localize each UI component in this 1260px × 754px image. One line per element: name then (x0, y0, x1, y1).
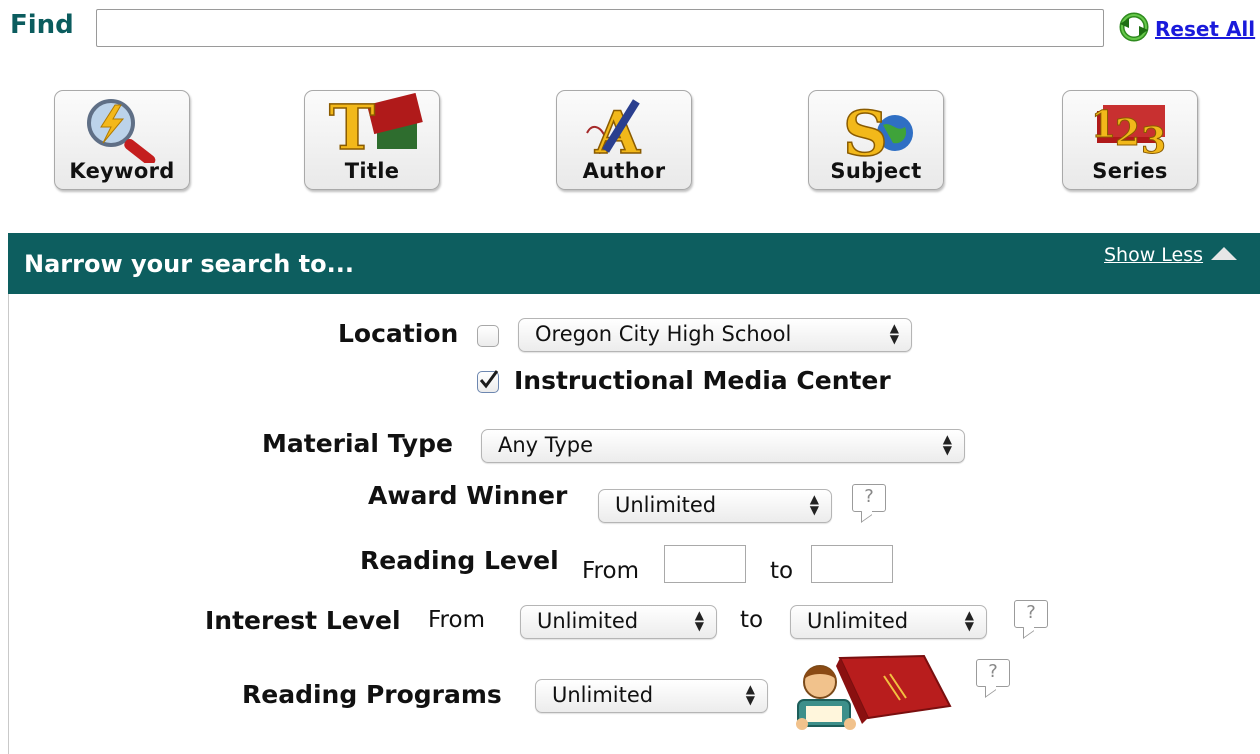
select-arrows-icon: ▲ ▼ (889, 321, 899, 346)
interest-level-label: Interest Level (205, 606, 401, 635)
imc-label: Instructional Media Center (514, 366, 891, 395)
keyword-search-button[interactable]: Keyword (54, 90, 190, 190)
svg-text:1: 1 (1091, 104, 1116, 146)
select-arrows-icon: ▲ ▼ (942, 432, 952, 457)
author-search-button[interactable]: A Author (556, 90, 692, 190)
magnifier-lightning-icon (87, 99, 156, 163)
chevron-up-icon (1209, 244, 1239, 266)
select-arrows-icon: ▲ ▼ (745, 682, 755, 707)
select-arrows-icon: ▲ ▼ (694, 608, 704, 633)
award-winner-help-icon[interactable]: ? (852, 484, 886, 512)
material-type-label: Material Type (262, 429, 453, 458)
interest-level-to-value: Unlimited (807, 609, 909, 633)
show-less-label[interactable]: Show Less (1104, 244, 1203, 266)
refresh-arrows-icon (1117, 10, 1151, 48)
award-winner-label: Award Winner (368, 481, 568, 510)
reset-all-button[interactable]: Reset All (1117, 10, 1255, 48)
keyword-button-label: Keyword (69, 159, 175, 183)
select-arrows-icon: ▲ ▼ (809, 492, 819, 517)
author-button-label: Author (582, 159, 666, 183)
interest-level-from-value: Unlimited (537, 609, 639, 633)
award-winner-select[interactable]: Unlimited ▲ ▼ (598, 489, 832, 523)
title-search-button[interactable]: T Title (304, 90, 440, 190)
series-search-button[interactable]: 1 2 3 Series (1062, 90, 1198, 190)
reading-programs-label: Reading Programs (242, 680, 502, 709)
title-t-books-icon: T (328, 93, 423, 163)
location-select-value: Oregon City High School (535, 322, 792, 346)
reading-level-to-label: to (770, 558, 794, 584)
location-checkbox[interactable] (477, 325, 499, 347)
interest-level-to-label: to (740, 607, 764, 633)
reading-level-to-input[interactable] (811, 545, 893, 583)
show-less-toggle[interactable]: Show Less (1104, 244, 1239, 266)
reading-level-from-input[interactable] (664, 545, 746, 583)
reading-programs-value: Unlimited (552, 683, 654, 707)
reading-level-label: Reading Level (360, 546, 559, 575)
location-select[interactable]: Oregon City High School ▲ ▼ (518, 318, 912, 352)
svg-text:T: T (329, 93, 375, 163)
checkmark-icon (479, 370, 499, 389)
reading-programs-select[interactable]: Unlimited ▲ ▼ (535, 679, 768, 713)
reset-all-link[interactable]: Reset All (1155, 17, 1255, 41)
series-button-label: Series (1092, 159, 1168, 183)
location-label: Location (338, 319, 459, 348)
interest-level-from-label: From (428, 607, 485, 633)
svg-text:2: 2 (1115, 112, 1140, 154)
imc-checkbox[interactable] (477, 370, 499, 393)
reading-level-from-label: From (582, 558, 639, 584)
find-search-input[interactable] (96, 9, 1104, 47)
child-reading-book-icon (796, 654, 952, 730)
subject-s-globe-icon: S (842, 96, 913, 163)
material-type-value: Any Type (498, 433, 594, 457)
series-123-books-icon: 1 2 3 (1091, 104, 1167, 163)
narrow-search-title: Narrow your search to... (24, 250, 354, 278)
find-label: Find (10, 10, 74, 40)
title-button-label: Title (344, 159, 400, 183)
interest-level-to-select[interactable]: Unlimited ▲ ▼ (790, 605, 987, 639)
reading-programs-help-icon[interactable]: ? (976, 659, 1010, 687)
interest-level-help-icon[interactable]: ? (1014, 600, 1048, 628)
select-arrows-icon: ▲ ▼ (964, 608, 974, 633)
svg-text:S: S (843, 97, 888, 163)
svg-text:3: 3 (1141, 120, 1166, 162)
material-type-select[interactable]: Any Type ▲ ▼ (481, 429, 965, 463)
subject-search-button[interactable]: S Subject (808, 90, 944, 190)
subject-button-label: Subject (830, 159, 922, 183)
author-a-pen-icon: A (586, 98, 642, 163)
award-winner-value: Unlimited (615, 493, 717, 517)
interest-level-from-select[interactable]: Unlimited ▲ ▼ (520, 605, 717, 639)
